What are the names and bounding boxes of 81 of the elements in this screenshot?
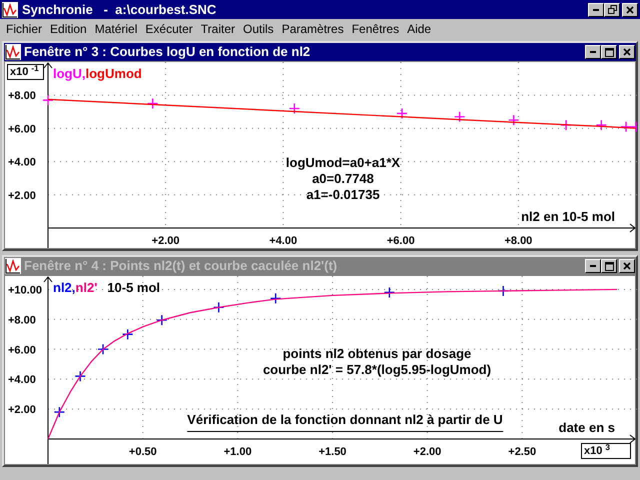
minimize-button[interactable] [588, 2, 604, 16]
y-tick-label: +6.00 [8, 123, 36, 136]
maximize-button[interactable] [601, 45, 617, 59]
legend-label: nl2' [75, 279, 98, 297]
data-point [270, 292, 282, 304]
data-point [454, 111, 466, 122]
restore-button[interactable] [604, 2, 620, 16]
data-point [384, 286, 396, 298]
data-point [396, 108, 408, 120]
close-icon [626, 6, 634, 14]
x-tick-label: +8.00 [504, 235, 532, 247]
x-tick-label: +2.00 [152, 235, 180, 247]
menu-item[interactable]: Edition [46, 20, 91, 38]
y-tick-label: +2.00 [8, 404, 36, 416]
x-axis-label: nl2 en 10-5 mol [521, 209, 615, 224]
x-tick-label: +1.50 [318, 446, 346, 458]
menu-item[interactable]: Aide [403, 20, 436, 38]
close-button[interactable] [619, 45, 635, 59]
chart-annotation: a1=-0.01735 [306, 187, 380, 203]
chart-annotation: Vérification de la fonction donnant nl2 à partir de U [187, 412, 503, 432]
y-tick-label: +2.00 [8, 190, 36, 202]
maximize-icon [604, 262, 614, 270]
x-tick-label: +2.50 [508, 446, 536, 458]
y-tick-label: +8.00 [8, 314, 36, 326]
close-icon [623, 48, 631, 56]
scale-factor: x10 $^{3}$ [581, 443, 631, 459]
app-icon [2, 2, 18, 18]
data-point [74, 370, 86, 382]
chart-annotation: logUmod=a0+a1*X [286, 155, 400, 171]
app-title: Synchronie - a:\courbest.SNC [22, 0, 216, 19]
chart-annotation: courbe nl2' = 57.8*(log5.95-logUmod) [262, 362, 492, 378]
legend-label: logUmod [86, 65, 142, 83]
data-point [42, 94, 54, 106]
data-point [213, 302, 224, 314]
menu-item[interactable]: Fenêtres [348, 20, 404, 38]
menu-item[interactable]: Outils [239, 20, 278, 38]
menu-item[interactable]: Paramètres [278, 20, 348, 38]
data-point [54, 406, 66, 418]
legend-label: logU, [53, 65, 86, 83]
data-point [122, 328, 134, 340]
x-tick-label: +1.00 [224, 446, 252, 458]
data-point [596, 119, 607, 131]
chart-annotation: points nl2 obtenus par dosage [282, 346, 472, 362]
restore-icon [608, 5, 616, 14]
maximize-button[interactable] [601, 259, 617, 273]
minimize-icon [590, 265, 596, 267]
scale-factor: x10 $^{-1}$ [7, 64, 44, 80]
data-point [508, 114, 520, 126]
y-tick-label: +8.00 [8, 90, 36, 102]
maximize-icon [604, 48, 614, 56]
menu-item[interactable]: Exécuter [141, 20, 197, 38]
x-tick-label: +0.50 [128, 446, 157, 458]
minimize-icon [593, 8, 599, 10]
x-tick-label: +6.00 [386, 235, 415, 247]
x-tick-label: +2.00 [413, 446, 442, 458]
menu-item[interactable]: Traiter [196, 20, 239, 38]
app-icon [5, 44, 21, 60]
window-title: Fenêtre n° 4 : Points nl2(t) et courbe caculée nl2'(t) [24, 257, 338, 276]
close-button[interactable] [619, 259, 635, 273]
minimize-button[interactable] [585, 45, 601, 59]
data-point [147, 98, 158, 110]
close-icon [623, 262, 631, 270]
y-tick-label: +4.00 [8, 156, 36, 169]
x-axis-label: date en s [558, 420, 615, 435]
legend-label: nl2, [53, 279, 76, 297]
minimize-icon [590, 51, 596, 53]
y-tick-label: +10.00 [8, 284, 42, 296]
y-tick-label: +6.00 [8, 344, 36, 356]
data-point [288, 102, 300, 114]
x-tick-label: +4.00 [269, 235, 298, 247]
menu-item[interactable]: Fichier [2, 20, 46, 38]
data-point [97, 344, 109, 355]
menu-item[interactable]: Matériel [90, 20, 142, 38]
data-point [156, 314, 168, 326]
window-title: Fenêtre n° 3 : Courbes logU en fonction de nl2 [24, 43, 310, 62]
close-button[interactable] [622, 2, 638, 16]
y-tick-label: +4.00 [8, 374, 36, 386]
unit-label: 10-5 mol [107, 279, 160, 297]
minimize-button[interactable] [585, 259, 601, 273]
app-icon [5, 258, 21, 274]
chart-annotation: a0=0.7748 [312, 171, 374, 187]
